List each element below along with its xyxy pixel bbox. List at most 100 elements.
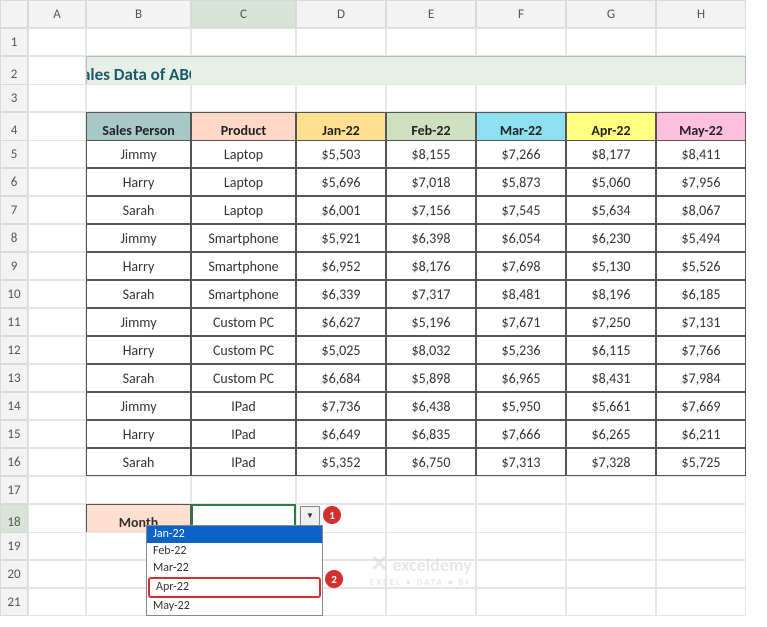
col-header-G[interactable]: G [566,0,656,28]
row-header-12[interactable]: 12 [0,336,28,364]
data-cell[interactable]: Sarah [86,280,191,308]
data-cell[interactable]: Jimmy [86,308,191,336]
data-cell[interactable]: $7,313 [476,448,566,476]
empty-cell[interactable] [296,476,386,504]
data-cell[interactable]: Smartphone [191,224,296,252]
data-cell[interactable]: $5,060 [566,168,656,196]
data-cell[interactable]: Jimmy [86,224,191,252]
data-cell[interactable]: $7,766 [656,336,746,364]
empty-cell[interactable] [86,28,191,56]
empty-cell[interactable] [566,560,656,588]
empty-cell[interactable] [566,532,656,560]
row-header-13[interactable]: 13 [0,364,28,392]
empty-cell[interactable] [656,532,746,560]
dropdown-item[interactable]: Feb-22 [147,543,322,560]
empty-cell[interactable] [476,588,566,616]
data-cell[interactable]: $8,067 [656,196,746,224]
data-cell[interactable]: $6,952 [296,252,386,280]
empty-cell[interactable] [28,196,86,224]
empty-cell[interactable] [656,588,746,616]
select-all-corner[interactable] [0,0,28,28]
data-cell[interactable]: $5,526 [656,252,746,280]
data-cell[interactable]: Sarah [86,196,191,224]
data-cell[interactable]: $6,339 [296,280,386,308]
data-cell[interactable]: $8,155 [386,140,476,168]
data-cell[interactable]: $7,736 [296,392,386,420]
col-header-C[interactable]: C [191,0,296,28]
empty-cell[interactable] [386,560,476,588]
dropdown-item[interactable]: May-22 [147,598,322,615]
data-cell[interactable]: $6,001 [296,196,386,224]
dropdown-button[interactable]: ▼ [300,506,320,526]
data-cell[interactable]: Laptop [191,168,296,196]
data-cell[interactable]: Custom PC [191,308,296,336]
data-cell[interactable]: Harry [86,420,191,448]
empty-cell[interactable] [476,476,566,504]
data-cell[interactable]: $7,698 [476,252,566,280]
empty-cell[interactable] [28,532,86,560]
data-cell[interactable]: $8,411 [656,140,746,168]
data-cell[interactable]: $7,669 [656,392,746,420]
empty-cell[interactable] [656,84,746,112]
data-cell[interactable]: Harry [86,252,191,280]
col-header-F[interactable]: F [476,0,566,28]
data-cell[interactable]: $5,236 [476,336,566,364]
data-cell[interactable]: $7,131 [656,308,746,336]
data-cell[interactable]: Harry [86,168,191,196]
row-header-9[interactable]: 9 [0,252,28,280]
data-cell[interactable]: $5,725 [656,448,746,476]
data-cell[interactable]: $5,503 [296,140,386,168]
row-header-19[interactable]: 19 [0,532,28,560]
empty-cell[interactable] [28,364,86,392]
empty-cell[interactable] [28,224,86,252]
empty-cell[interactable] [476,84,566,112]
data-cell[interactable]: $8,196 [566,280,656,308]
empty-cell[interactable] [476,28,566,56]
data-cell[interactable]: $7,317 [386,280,476,308]
empty-cell[interactable] [566,84,656,112]
data-cell[interactable]: $6,185 [656,280,746,308]
data-cell[interactable]: $5,661 [566,392,656,420]
empty-cell[interactable] [656,476,746,504]
row-header-7[interactable]: 7 [0,196,28,224]
empty-cell[interactable] [191,476,296,504]
data-cell[interactable]: $8,177 [566,140,656,168]
data-cell[interactable]: $8,481 [476,280,566,308]
data-cell[interactable]: $7,545 [476,196,566,224]
data-cell[interactable]: $5,196 [386,308,476,336]
data-cell[interactable]: $7,671 [476,308,566,336]
row-header-8[interactable]: 8 [0,224,28,252]
empty-cell[interactable] [28,420,86,448]
empty-cell[interactable] [296,84,386,112]
data-cell[interactable]: $6,230 [566,224,656,252]
data-cell[interactable]: Smartphone [191,280,296,308]
data-cell[interactable]: $7,666 [476,420,566,448]
empty-cell[interactable] [191,84,296,112]
data-cell[interactable]: Sarah [86,448,191,476]
row-header-3[interactable]: 3 [0,84,28,112]
empty-cell[interactable] [476,560,566,588]
empty-cell[interactable] [28,84,86,112]
empty-cell[interactable] [28,140,86,168]
row-header-17[interactable]: 17 [0,476,28,504]
data-cell[interactable]: Harry [86,336,191,364]
data-cell[interactable]: IPad [191,448,296,476]
data-cell[interactable]: $5,025 [296,336,386,364]
row-header-5[interactable]: 5 [0,140,28,168]
data-cell[interactable]: $8,176 [386,252,476,280]
empty-cell[interactable] [86,84,191,112]
data-cell[interactable]: $6,627 [296,308,386,336]
empty-cell[interactable] [28,588,86,616]
col-header-H[interactable]: H [656,0,746,28]
empty-cell[interactable] [28,476,86,504]
empty-cell[interactable] [296,28,386,56]
data-cell[interactable]: $5,898 [386,364,476,392]
spreadsheet-grid[interactable]: ABCDEFGH12Monthly Sales Data of ABC Comp… [0,0,767,616]
empty-cell[interactable] [566,28,656,56]
empty-cell[interactable] [28,308,86,336]
data-cell[interactable]: $7,984 [656,364,746,392]
empty-cell[interactable] [656,560,746,588]
data-cell[interactable]: $7,266 [476,140,566,168]
empty-cell[interactable] [28,392,86,420]
data-cell[interactable]: IPad [191,392,296,420]
